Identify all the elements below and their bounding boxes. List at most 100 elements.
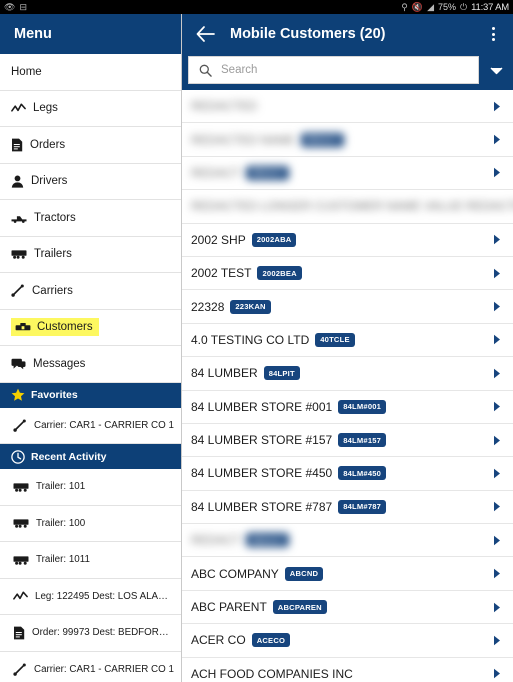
customer-name: 2002 SHP <box>191 232 246 247</box>
sidebar-items[interactable]: Home Legs Orders Drivers Tractors Trailers Car… <box>0 54 181 682</box>
customer-name: REDACTED NAME <box>191 132 296 147</box>
sidebar-item-carriers[interactable]: Carriers <box>0 273 181 310</box>
recent-activity-item-label: Leg: 122495 Dest: LOS ALAMOS, N... <box>35 590 175 602</box>
sidebar-item-messages[interactable]: Messages <box>0 346 181 383</box>
customer-row[interactable]: ABC PARENT ABCPAREN <box>182 591 513 625</box>
chevron-right-icon <box>491 501 503 512</box>
customer-code-badge: ACECO <box>251 633 291 648</box>
customer-code-badge: 223KAN <box>230 299 271 314</box>
customer-row[interactable]: REDACTED NAME REDACT <box>182 123 513 157</box>
customer-row[interactable]: REDACTED LONGER CUSTOMER NAME VALUE REDA… <box>182 190 513 224</box>
customer-row[interactable]: REDACT REDACT <box>182 157 513 191</box>
app-root: 👁 ⊟ ⚲ 🔇 ◢ 75% ⏻ 11:37 AM Menu Home Legs Or… <box>0 0 513 682</box>
drivers-icon <box>11 175 24 188</box>
customer-code-badge: 84LM#787 <box>338 499 387 514</box>
sidebar-item-label: Legs <box>33 102 58 115</box>
recent-activity-item[interactable]: Trailer: 100 <box>0 506 181 542</box>
customer-code-badge: 2002BEA <box>257 266 302 281</box>
sidebar-item-label: Customers <box>37 321 93 334</box>
customer-code-badge: 2002ABA <box>251 232 297 247</box>
recent-activity-item[interactable]: Carrier: CAR1 - CARRIER CO 1 <box>0 652 181 682</box>
customer-row[interactable]: 84 LUMBER STORE #450 84LM#450 <box>182 457 513 491</box>
customer-name: REDACT <box>191 533 241 548</box>
customer-name: 22328 <box>191 299 225 314</box>
customer-name: REDACT <box>191 165 241 180</box>
carrier-icon <box>13 419 27 432</box>
customer-row[interactable]: 22328 223KAN <box>182 290 513 324</box>
pane-header: Mobile Customers (20) <box>182 14 513 54</box>
orders-icon <box>11 138 23 152</box>
search-field[interactable] <box>188 56 479 84</box>
overflow-menu-icon[interactable] <box>481 21 505 47</box>
sidebar: Menu Home Legs Orders Drivers Tractors Traile… <box>0 14 182 682</box>
customer-row[interactable]: 84 LUMBER STORE #787 84LM#787 <box>182 491 513 525</box>
customer-name: ACER CO <box>191 633 246 648</box>
customer-row[interactable]: 84 LUMBER 84LPIT <box>182 357 513 391</box>
customer-row[interactable]: ABC COMPANY ABCND <box>182 557 513 591</box>
sidebar-item-home[interactable]: Home <box>0 54 181 91</box>
customer-row[interactable]: 2002 TEST 2002BEA <box>182 257 513 291</box>
star-icon <box>11 388 25 402</box>
customer-row[interactable]: 84 LUMBER STORE #001 84LM#001 <box>182 391 513 424</box>
sidebar-item-legs[interactable]: Legs <box>0 90 181 127</box>
sidebar-section-favorites: Favorites <box>0 382 181 408</box>
customer-row[interactable]: 84 LUMBER STORE #157 84LM#157 <box>182 424 513 458</box>
mute-icon: 🔇 <box>411 1 424 12</box>
customer-row[interactable]: REDACTED <box>182 90 513 124</box>
page-title: Mobile Customers (20) <box>230 26 386 42</box>
wifi-icon: ◢ <box>427 1 435 12</box>
carrier-icon <box>11 284 25 298</box>
chevron-right-icon <box>491 435 503 446</box>
sidebar-section-recent-activity: Recent Activity <box>0 444 181 469</box>
customer-list[interactable]: REDACTED REDACTED NAME REDACT REDACT REDACT R… <box>182 90 513 682</box>
customer-code-badge: 84LM#450 <box>338 466 387 481</box>
section-title: Recent Activity <box>31 450 107 463</box>
sidebar-item-label: Trailers <box>34 248 72 261</box>
customer-row[interactable]: 2002 SHP 2002ABA <box>182 224 513 257</box>
trailer-icon <box>13 482 29 492</box>
section-title: Favorites <box>31 389 78 401</box>
sidebar-item-tractors[interactable]: Tractors <box>0 200 181 237</box>
main-body: Menu Home Legs Orders Drivers Tractors Traile… <box>0 14 513 682</box>
recent-activity-item[interactable]: Trailer: 1011 <box>0 542 181 579</box>
customer-code-badge: 84LM#157 <box>338 433 387 448</box>
recent-activity-item[interactable]: Leg: 122495 Dest: LOS ALAMOS, N... <box>0 579 181 615</box>
location-icon: ⚲ <box>401 1 408 12</box>
sidebar-item-orders[interactable]: Orders <box>0 127 181 164</box>
trailer-icon <box>13 518 29 528</box>
status-bar: 👁 ⊟ ⚲ 🔇 ◢ 75% ⏻ 11:37 AM <box>0 0 513 14</box>
search-input[interactable] <box>221 64 468 76</box>
chevron-right-icon <box>491 635 503 646</box>
content-pane: Mobile Customers (20) REDA <box>182 14 513 682</box>
chevron-right-icon <box>491 167 503 178</box>
tractor-icon <box>11 212 27 224</box>
customer-row[interactable]: 4.0 TESTING CO LTD 40TCLE <box>182 324 513 358</box>
sidebar-item-label: Orders <box>30 138 66 151</box>
customer-name: ACH FOOD COMPANIES INC <box>191 666 353 681</box>
chevron-down-icon[interactable] <box>483 56 509 84</box>
recent-activity-item[interactable]: Order: 99973 Dest: BEDFORD, OH <box>0 615 181 652</box>
status-bar-left: 👁 ⊟ <box>4 2 27 12</box>
customer-name: 2002 TEST <box>191 266 252 281</box>
back-arrow-icon[interactable] <box>194 23 216 45</box>
customer-row[interactable]: ACH FOOD COMPANIES INC <box>182 658 513 682</box>
chevron-right-icon <box>491 568 503 579</box>
carrier-icon <box>13 663 27 676</box>
favorite-item[interactable]: Carrier: CAR1 - CARRIER CO 1 <box>0 408 181 444</box>
customer-code-badge: ABCPAREN <box>272 600 327 615</box>
trailer-icon <box>11 249 27 259</box>
sidebar-item-drivers[interactable]: Drivers <box>0 163 181 200</box>
customer-code-badge: REDACT <box>301 132 344 147</box>
customer-row[interactable]: ACER CO ACECO <box>182 624 513 658</box>
sidebar-item-customers[interactable]: Customers <box>0 309 181 346</box>
recent-activity-item[interactable]: Trailer: 101 <box>0 469 181 506</box>
customer-row[interactable]: REDACT REDACT <box>182 524 513 558</box>
sidebar-item-label: Home <box>11 65 42 78</box>
sidebar-item-trailers[interactable]: Trailers <box>0 236 181 273</box>
customer-name: REDACTED <box>191 99 258 114</box>
messages-icon <box>11 358 26 370</box>
favorite-item-label: Carrier: CAR1 - CARRIER CO 1 <box>34 419 174 431</box>
sidebar-item-label: Drivers <box>31 175 68 188</box>
sidebar-item-highlight: Customers <box>11 318 99 337</box>
sidebar-item-label: Tractors <box>34 211 76 224</box>
